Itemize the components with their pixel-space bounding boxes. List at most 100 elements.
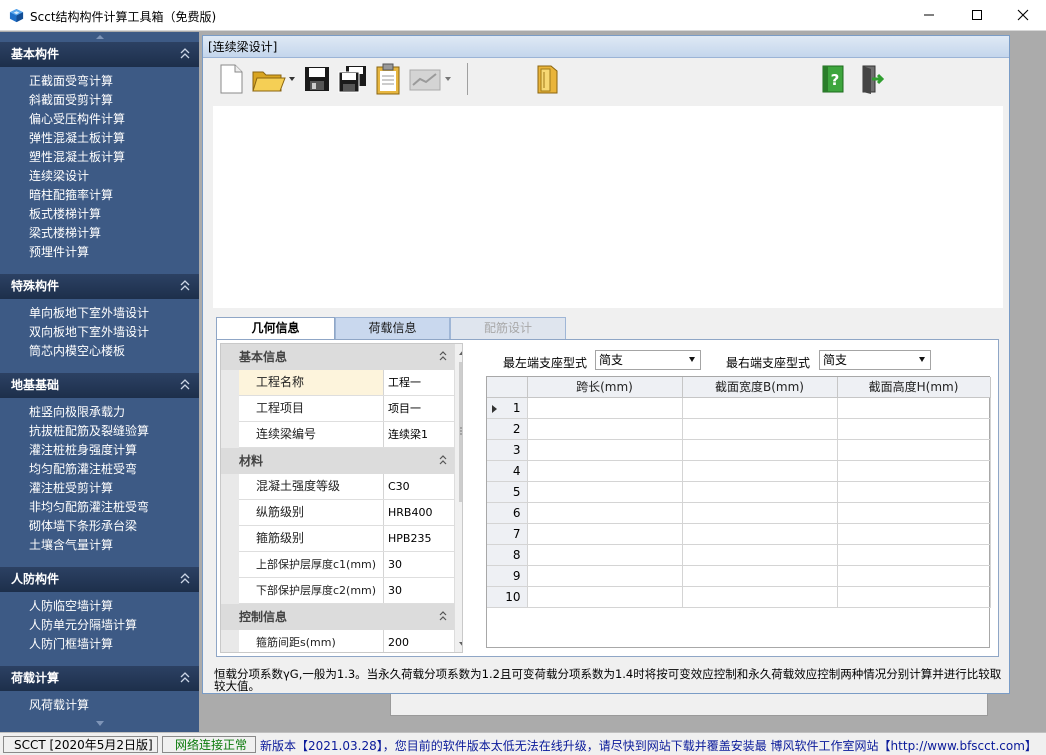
table-row[interactable]: 1	[487, 397, 991, 419]
property-category-control[interactable]: 控制信息	[221, 604, 454, 630]
cell-width[interactable]	[682, 460, 838, 482]
cell-span-length[interactable]	[527, 439, 683, 461]
table-row[interactable]: 3	[487, 439, 991, 461]
cell-width[interactable]	[682, 439, 838, 461]
sidebar-item[interactable]: 人防门框墙计算	[29, 635, 113, 654]
sidebar-item[interactable]: 斜截面受剪计算	[29, 91, 113, 110]
sidebar-section-civil-defense[interactable]: 人防构件	[0, 567, 199, 592]
property-value[interactable]: 30	[385, 578, 454, 603]
property-row[interactable]: 箍筋级别 HPB235	[239, 526, 454, 552]
sidebar-section-load[interactable]: 荷载计算	[0, 666, 199, 691]
cell-height[interactable]	[837, 460, 991, 482]
column-header[interactable]: 截面宽度B(mm)	[682, 377, 838, 398]
cell-height[interactable]	[837, 397, 991, 419]
table-row[interactable]: 7	[487, 523, 991, 545]
cell-width[interactable]	[682, 418, 838, 440]
minimize-button[interactable]	[906, 0, 952, 30]
property-value[interactable]: 项目一	[385, 396, 454, 421]
sidebar-item[interactable]: 风荷载计算	[29, 696, 89, 715]
cell-height[interactable]	[837, 544, 991, 566]
sidebar-item[interactable]: 双向板地下室外墙设计	[29, 323, 149, 342]
property-row[interactable]: 箍筋间距s(mm) 200	[239, 630, 454, 652]
cell-height[interactable]	[837, 523, 991, 545]
table-row[interactable]: 4	[487, 460, 991, 482]
close-button[interactable]	[1000, 0, 1046, 30]
property-row[interactable]: 混凝土强度等级 C30	[239, 474, 454, 500]
sidebar-item[interactable]: 砌体墙下条形承台梁	[29, 517, 137, 536]
clipboard-button[interactable]	[373, 63, 403, 95]
cell-height[interactable]	[837, 481, 991, 503]
sidebar-item[interactable]: 灌注桩桩身强度计算	[29, 441, 137, 460]
sidebar-item[interactable]: 塑性混凝土板计算	[29, 148, 125, 167]
sidebar-scroll-up[interactable]	[0, 32, 199, 42]
cell-span-length[interactable]	[527, 418, 683, 440]
property-row[interactable]: 工程名称 工程一	[239, 370, 454, 396]
cell-width[interactable]	[682, 523, 838, 545]
cell-span-length[interactable]	[527, 586, 683, 608]
cell-width[interactable]	[682, 586, 838, 608]
property-grid-scrollbar[interactable]	[454, 344, 462, 652]
cell-width[interactable]	[682, 481, 838, 503]
cell-span-length[interactable]	[527, 460, 683, 482]
folder-book-button[interactable]	[533, 63, 563, 95]
table-row[interactable]: 2	[487, 418, 991, 440]
cell-span-length[interactable]	[527, 397, 683, 419]
property-value[interactable]: 工程一	[385, 370, 454, 395]
new-button[interactable]	[216, 63, 246, 95]
save-all-button[interactable]	[337, 63, 369, 95]
property-value[interactable]: 连续梁1	[385, 422, 454, 447]
sidebar-scroll-down[interactable]	[0, 720, 199, 732]
right-support-select[interactable]: 简支	[819, 350, 931, 370]
sidebar-item[interactable]: 非均匀配筋灌注桩受弯	[29, 498, 149, 517]
sidebar-section-special[interactable]: 特殊构件	[0, 274, 199, 299]
chart-button[interactable]	[408, 63, 454, 95]
property-row[interactable]: 纵筋级别 HRB400	[239, 500, 454, 526]
sidebar-item[interactable]: 筒芯内模空心楼板	[29, 342, 125, 361]
cell-width[interactable]	[682, 565, 838, 587]
sidebar-item[interactable]: 连续梁设计	[29, 167, 89, 186]
sidebar-item[interactable]: 板式楼梯计算	[29, 205, 101, 224]
sidebar-section-foundation[interactable]: 地基基础	[0, 373, 199, 398]
property-row[interactable]: 连续梁编号 连续梁1	[239, 422, 454, 448]
sidebar-item[interactable]: 人防单元分隔墙计算	[29, 616, 137, 635]
cell-height[interactable]	[837, 418, 991, 440]
tab-load[interactable]: 荷载信息	[335, 317, 450, 339]
property-category-material[interactable]: 材料	[221, 448, 454, 474]
cell-height[interactable]	[837, 502, 991, 524]
property-row[interactable]: 下部保护层厚度c2(mm) 30	[239, 578, 454, 604]
cell-span-length[interactable]	[527, 544, 683, 566]
cell-span-length[interactable]	[527, 523, 683, 545]
property-category-basic[interactable]: 基本信息	[221, 344, 454, 370]
table-row[interactable]: 10	[487, 586, 991, 608]
cell-span-length[interactable]	[527, 502, 683, 524]
cell-height[interactable]	[837, 439, 991, 461]
table-row[interactable]: 8	[487, 544, 991, 566]
property-row[interactable]: 上部保护层厚度c1(mm) 30	[239, 552, 454, 578]
property-row[interactable]: 工程项目 项目一	[239, 396, 454, 422]
save-button[interactable]	[302, 63, 332, 95]
beam-drawing-canvas[interactable]	[213, 106, 1003, 308]
maximize-button[interactable]	[954, 0, 1000, 30]
column-header[interactable]: 跨长(mm)	[527, 377, 683, 398]
exit-button[interactable]	[857, 63, 887, 95]
open-button[interactable]	[251, 63, 297, 95]
sidebar-item[interactable]: 梁式楼梯计算	[29, 224, 101, 243]
table-row[interactable]: 6	[487, 502, 991, 524]
property-value[interactable]: HPB235	[385, 526, 454, 551]
sidebar-item[interactable]: 预埋件计算	[29, 243, 89, 262]
property-value[interactable]: C30	[385, 474, 454, 499]
sidebar-item[interactable]: 单向板地下室外墙设计	[29, 304, 149, 323]
cell-span-length[interactable]	[527, 481, 683, 503]
sidebar-item[interactable]: 土壤含气量计算	[29, 536, 113, 555]
cell-width[interactable]	[682, 397, 838, 419]
website-link[interactable]: 博风软件工作室网站【http://www.bfscct.com】	[771, 739, 1037, 753]
cell-width[interactable]	[682, 544, 838, 566]
cell-height[interactable]	[837, 565, 991, 587]
sidebar-item[interactable]: 桩竖向极限承载力	[29, 403, 125, 422]
help-button[interactable]: ?	[818, 63, 848, 95]
table-row[interactable]: 5	[487, 481, 991, 503]
sidebar-item[interactable]: 暗柱配箍率计算	[29, 186, 113, 205]
sidebar-section-basic[interactable]: 基本构件	[0, 42, 199, 67]
property-value[interactable]: 30	[385, 552, 454, 577]
cell-width[interactable]	[682, 502, 838, 524]
